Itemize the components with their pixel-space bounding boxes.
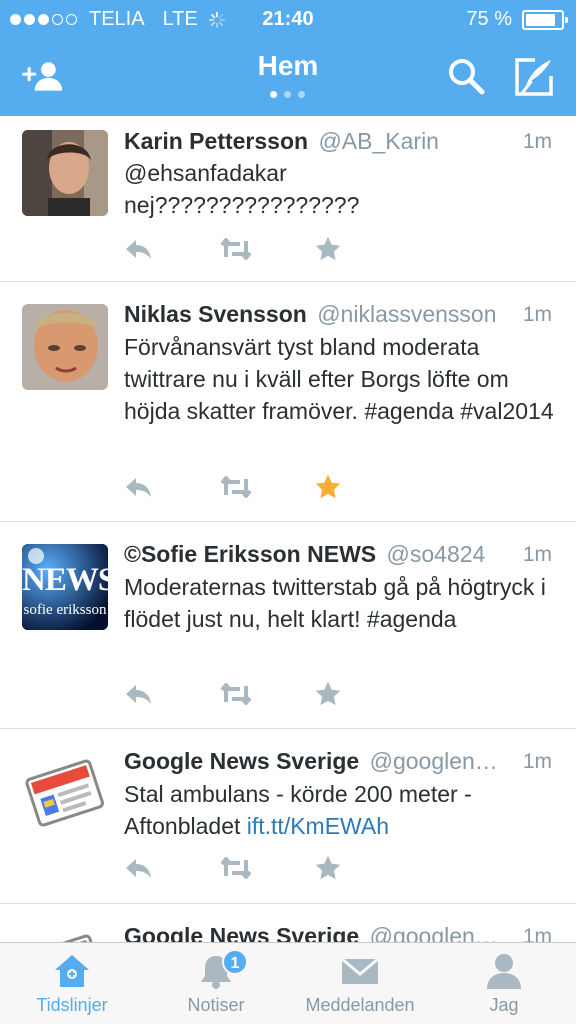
tweet-header: ©Sofie Eriksson NEWS @so4824 — [124, 541, 552, 568]
tab-label: Jag — [489, 995, 519, 1015]
page-title: Hem — [257, 50, 319, 81]
tab-me[interactable]: Jag — [432, 943, 576, 1024]
tweet-actions — [124, 234, 409, 264]
battery-percent: 75 % — [466, 8, 512, 30]
tweet-text: Förvånansvärt tyst bland moderata twittr… — [124, 334, 554, 424]
timeline[interactable]: Karin Pettersson @AB_Karin 1m @ehsanfada… — [0, 116, 576, 942]
reply-icon[interactable] — [124, 679, 219, 709]
tab-notifications[interactable]: 1 Notiser — [144, 943, 288, 1024]
tab-label: Notiser — [187, 995, 245, 1015]
author-name[interactable]: Karin Pettersson — [124, 128, 308, 154]
notification-badge: 1 — [222, 949, 248, 975]
author-handle[interactable]: @AB_Karin — [318, 128, 439, 154]
battery-status: 75 % — [466, 8, 568, 31]
avatar[interactable] — [22, 304, 108, 390]
tweet-time: 1m — [522, 750, 552, 773]
home-icon — [50, 951, 94, 991]
avatar[interactable] — [22, 926, 108, 942]
tweet[interactable]: NEWS sofie eriksson ©Sofie Eriksson NEWS… — [0, 522, 576, 729]
favorite-icon[interactable] — [314, 853, 409, 883]
favorite-icon[interactable] — [314, 234, 409, 264]
search-icon[interactable] — [444, 54, 488, 98]
retweet-icon[interactable] — [219, 234, 314, 264]
tweet-text: @ehsanfadakar nej???????????????? — [124, 160, 360, 218]
tweet-text: Stal ambulans - körde 200 meter - Aftonb… — [124, 778, 556, 842]
author-handle[interactable]: @googlen… — [370, 748, 498, 774]
tweet-time: 1m — [522, 543, 552, 566]
tweet-actions — [124, 472, 409, 502]
tweet-header: Niklas Svensson @niklassvensson — [124, 301, 552, 328]
retweet-icon[interactable] — [219, 472, 314, 502]
status-bar: TELIA LTE 21:40 75 % — [0, 0, 576, 38]
tweet-time: 1m — [522, 130, 552, 153]
avatar[interactable]: NEWS sofie eriksson — [22, 544, 108, 630]
author-handle[interactable]: @niklassvensson — [317, 301, 496, 327]
favorite-icon[interactable] — [314, 679, 409, 709]
reply-icon[interactable] — [124, 472, 219, 502]
avatar[interactable] — [22, 130, 108, 216]
retweet-icon[interactable] — [219, 853, 314, 883]
avatar-news-text: NEWS — [22, 562, 108, 598]
tweet[interactable]: Niklas Svensson @niklassvensson 1m Förvå… — [0, 282, 576, 522]
tweet-time: 1m — [522, 303, 552, 326]
app-header: TELIA LTE 21:40 75 % Hem — [0, 0, 576, 116]
reply-icon[interactable] — [124, 853, 219, 883]
tweet[interactable]: Google News Sverige @googlen… 1m Stal am… — [0, 729, 576, 904]
author-name[interactable]: Niklas Svensson — [124, 301, 307, 327]
avatar-name-text: sofie eriksson — [23, 602, 107, 618]
author-handle[interactable]: @so4824 — [387, 541, 486, 567]
tab-timelines[interactable]: Tidslinjer — [0, 943, 144, 1024]
envelope-icon — [338, 951, 382, 991]
tweet-time: 1m — [522, 925, 552, 942]
retweet-icon[interactable] — [219, 679, 314, 709]
tab-messages[interactable]: Meddelanden — [288, 943, 432, 1024]
battery-icon — [522, 9, 568, 30]
tweet-actions — [124, 853, 409, 883]
favorite-icon-active[interactable] — [314, 472, 409, 502]
compose-icon[interactable] — [512, 54, 556, 98]
tab-bar: Tidslinjer 1 Notiser Meddelanden Jag — [0, 942, 576, 1024]
tweet-header: Google News Sverige @googlen… — [124, 748, 552, 775]
author-name[interactable]: Google News Sverige — [124, 748, 359, 774]
tweet[interactable]: Google News Sverige @googlen… 1m — [0, 904, 576, 942]
author-name[interactable]: Google News Sverige — [124, 923, 359, 942]
page-indicator — [270, 91, 305, 98]
tweet-header: Google News Sverige @googlen… — [124, 923, 552, 942]
tweet-text: Moderaternas twitterstab gå på högtryck … — [124, 574, 546, 632]
author-name[interactable]: ©Sofie Eriksson NEWS — [124, 541, 376, 567]
reply-icon[interactable] — [124, 234, 219, 264]
person-icon — [482, 951, 526, 991]
tab-label: Meddelanden — [305, 995, 415, 1015]
tab-label: Tidslinjer — [36, 995, 108, 1015]
author-handle[interactable]: @googlen… — [370, 923, 498, 942]
avatar[interactable] — [22, 751, 108, 837]
tweet-header: Karin Pettersson @AB_Karin — [124, 128, 552, 155]
tweet-actions — [124, 679, 409, 709]
tweet-link[interactable]: ift.tt/KmEWAh — [247, 813, 389, 839]
tweet[interactable]: Karin Pettersson @AB_Karin 1m @ehsanfada… — [0, 116, 576, 282]
